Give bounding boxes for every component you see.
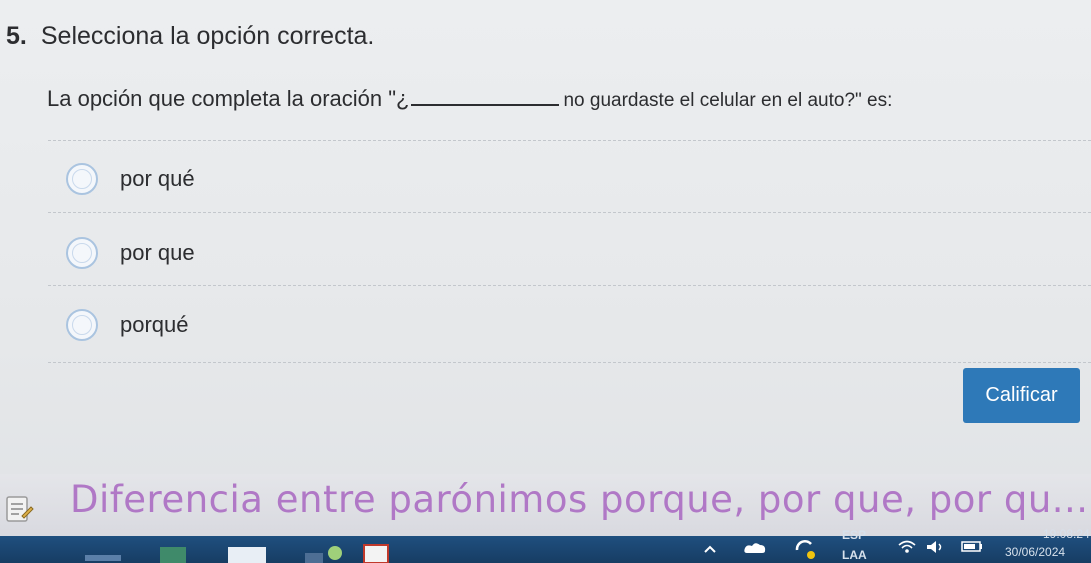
chevron-up-icon[interactable] bbox=[703, 544, 717, 554]
option-label: por qué bbox=[120, 166, 195, 191]
sync-icon[interactable] bbox=[793, 538, 817, 560]
volume-icon[interactable] bbox=[926, 539, 946, 555]
taskbar-app-icon[interactable] bbox=[305, 543, 345, 563]
question-prompt: La opción que completa la oración "¿ no g… bbox=[47, 86, 892, 112]
radio-inner-ring bbox=[72, 243, 92, 263]
keyboard-layout[interactable]: LAA bbox=[842, 548, 867, 562]
cloud-icon[interactable] bbox=[743, 541, 767, 555]
wifi-icon[interactable] bbox=[898, 540, 916, 554]
divider bbox=[48, 140, 1091, 141]
radio-button[interactable] bbox=[66, 237, 98, 269]
radio-inner-ring bbox=[72, 169, 92, 189]
prompt-text-before: La opción que completa la oración "¿ bbox=[47, 86, 410, 111]
taskbar-app-icon[interactable] bbox=[362, 543, 390, 563]
prompt-blank bbox=[411, 86, 560, 106]
taskbar-app-icon[interactable] bbox=[160, 547, 186, 563]
battery-icon[interactable] bbox=[961, 540, 983, 552]
clock-time[interactable]: 19:08:24 bbox=[1043, 527, 1090, 541]
option-por-que[interactable]: por que bbox=[66, 237, 195, 269]
clock-date[interactable]: 30/06/2024 bbox=[1005, 545, 1065, 559]
taskbar-app-icon[interactable] bbox=[85, 552, 121, 562]
option-label: por que bbox=[120, 240, 195, 265]
document-icon bbox=[6, 496, 34, 522]
divider bbox=[48, 212, 1091, 213]
divider bbox=[48, 362, 1091, 363]
radio-button[interactable] bbox=[66, 309, 98, 341]
question-title: Selecciona la opción correcta. bbox=[40, 22, 375, 50]
taskbar-app-icon[interactable] bbox=[228, 545, 266, 563]
question-header: 5. Selecciona la opción correcta. bbox=[6, 22, 374, 51]
option-label: porqué bbox=[120, 312, 189, 337]
prompt-text-after: no guardaste el celular en el auto?" es: bbox=[563, 90, 893, 111]
option-por-que-accent[interactable]: por qué bbox=[66, 163, 195, 195]
radio-inner-ring bbox=[72, 315, 92, 335]
language-indicator[interactable]: ESP bbox=[842, 528, 866, 542]
video-title[interactable]: Diferencia entre parónimos porque, por q… bbox=[70, 478, 1089, 521]
divider bbox=[48, 285, 1091, 286]
calificar-button[interactable]: Calificar bbox=[963, 368, 1080, 423]
question-number: 5. bbox=[6, 22, 27, 50]
radio-button[interactable] bbox=[66, 163, 98, 195]
option-porque-accent[interactable]: porqué bbox=[66, 309, 189, 341]
